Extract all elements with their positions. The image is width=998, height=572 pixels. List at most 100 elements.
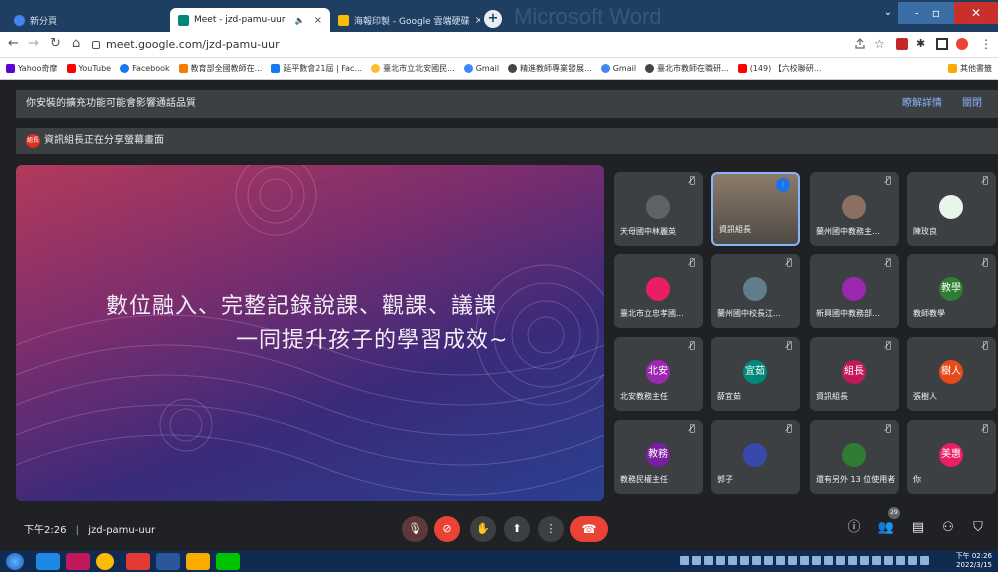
bookmark-item[interactable]: 延平數會21屆 | Fac...	[271, 63, 362, 74]
share-icon[interactable]	[854, 38, 866, 50]
bookmark-item[interactable]: 精進教師專業發展...	[508, 63, 592, 74]
close-tab-icon[interactable]: ×	[314, 15, 322, 26]
mic-muted-icon: 🎙̸	[982, 258, 988, 268]
participant-tile[interactable]: 🎙̸ 蘭州國中教務主...	[810, 172, 899, 246]
meeting-details: 下午2:26 | jzd-pamu-uur	[24, 525, 156, 536]
taskbar-clock[interactable]: 下午 02:26 2022/3/15	[956, 552, 992, 570]
ie-taskbar-icon[interactable]	[36, 553, 60, 570]
present-now-button[interactable]: ⬆	[504, 516, 530, 542]
sidebar-icon[interactable]	[936, 38, 948, 50]
presenter-avatar: 組長	[26, 134, 40, 148]
explorer-taskbar-icon[interactable]	[186, 553, 210, 570]
people-icon[interactable]: 👥	[876, 518, 896, 538]
chat-icon[interactable]: ▤	[908, 518, 928, 538]
participant-tile[interactable]: 🎙̸ 天母國中林麗英	[614, 172, 703, 246]
participant-tile[interactable]: 🎙̸ 蘭州國中校長江...	[711, 254, 800, 328]
background-window-title: Microsoft Word	[514, 4, 662, 29]
bookmark-item[interactable]: YouTube	[66, 64, 111, 73]
start-button[interactable]	[6, 553, 24, 570]
participant-tile[interactable]: 🎙̸ 還有另外 13 位使用者	[810, 420, 899, 494]
chrome-taskbar-icon[interactable]	[96, 553, 114, 570]
participant-tile[interactable]: 🎙̸ 樹人 張樹人	[907, 337, 996, 411]
mic-muted-icon: 🎙̸	[885, 424, 891, 434]
dismiss-link[interactable]: 關閉	[962, 90, 982, 118]
participant-tile[interactable]: 🎙̸ 宜茹 薛宜茹	[711, 337, 800, 411]
hand-icon: ✋	[476, 522, 490, 535]
maximize-button[interactable]: ▫	[918, 2, 954, 24]
bookmark-item[interactable]: (149) 【六校聯研...	[737, 63, 821, 74]
forward-icon[interactable]: →	[28, 36, 39, 51]
back-icon[interactable]: ←	[8, 36, 19, 51]
bookmark-item[interactable]: Gmail	[600, 64, 636, 73]
tab-label: 新分頁	[30, 16, 58, 27]
leave-call-button[interactable]: ☎	[570, 516, 608, 542]
bookmark-item[interactable]: 臺北市立北安國民...	[371, 63, 455, 74]
bookmark-item[interactable]: Gmail	[463, 64, 499, 73]
bookmark-item[interactable]: Facebook	[120, 64, 170, 73]
mic-muted-icon: 🎙̸	[786, 341, 792, 351]
participant-avatar	[842, 443, 866, 467]
participant-name: 陳玫良	[913, 227, 937, 236]
more-options-button[interactable]: ⋮	[538, 516, 564, 542]
home-icon[interactable]: ⌂	[72, 36, 80, 51]
participant-tile[interactable]: 🎙̸ 組長 資訊組長	[810, 337, 899, 411]
extension-icon[interactable]	[896, 38, 908, 50]
learn-more-link[interactable]: 瞭解詳情	[902, 90, 942, 118]
drive-icon	[338, 14, 349, 26]
system-tray	[680, 556, 929, 566]
participant-name: 教師教學	[913, 309, 945, 318]
host-controls-icon[interactable]: ⛉	[968, 518, 988, 538]
hangup-icon: ☎	[581, 522, 597, 536]
word-taskbar-icon[interactable]	[156, 553, 180, 570]
media-taskbar-icon[interactable]	[66, 553, 90, 570]
tab-drive[interactable]: 海報印製 - Google 雲端硬碟 ×	[330, 8, 480, 32]
bookmark-favicon-icon	[66, 64, 76, 73]
participant-tile[interactable]: 🎙̸ 美惠你	[907, 420, 996, 494]
other-bookmarks[interactable]: 其他書籤	[942, 63, 992, 74]
extension-warning-banner: 你安裝的擴充功能可能會影響通話品質 瞭解詳情 關閉	[16, 90, 998, 118]
participant-avatar: 組長	[842, 360, 866, 384]
bookmark-favicon-icon	[371, 64, 381, 73]
participant-avatar: 美惠	[939, 443, 963, 467]
participant-tile[interactable]: 🎙̸ 教務 教務民權主任	[614, 420, 703, 494]
chrome-icon	[14, 14, 25, 26]
close-window-button[interactable]: ✕	[954, 2, 998, 24]
bookmark-favicon-icon	[737, 64, 747, 73]
tab-meet[interactable]: Meet - jzd-pamu-uur 🔈 ×	[170, 8, 330, 32]
close-tab-icon[interactable]: ×	[475, 15, 480, 26]
address-bar[interactable]: meet.google.com/jzd-pamu-uur	[92, 36, 872, 54]
present-icon: ⬆	[512, 522, 522, 535]
raise-hand-button[interactable]: ✋	[470, 516, 496, 542]
meeting-info-icon[interactable]: ⓘ	[844, 518, 864, 538]
bookmark-item[interactable]: 教育部全國教師在...	[178, 63, 262, 74]
line-taskbar-icon[interactable]	[216, 553, 240, 570]
participant-tile[interactable]: ⦙ 資訊組長	[711, 172, 800, 246]
microphone-off-button[interactable]: 🎙	[402, 516, 428, 542]
meeting-code: jzd-pamu-uur	[88, 525, 156, 536]
bookmark-item[interactable]: Yahoo奇摩	[6, 63, 58, 74]
tab-strip: 新分頁 × Meet - jzd-pamu-uur 🔈 × 海報印製 - Goo…	[0, 0, 998, 32]
activities-icon[interactable]: ⚇	[938, 518, 958, 538]
new-tab-button[interactable]: +	[484, 10, 502, 28]
camera-off-button[interactable]: ⊘	[434, 516, 460, 542]
mic-muted-icon: 🎙̸	[689, 258, 695, 268]
participant-tile[interactable]: 🎙̸ 臺北市立忠孝國...	[614, 254, 703, 328]
participant-tile[interactable]: 🎙̸ 新興國中教務部...	[810, 254, 899, 328]
menu-icon[interactable]: ⋮	[980, 38, 992, 50]
participant-tile[interactable]: 🎙̸ 陳玫良	[907, 172, 996, 246]
participant-name: 北安教務主任	[620, 392, 668, 401]
reload-icon[interactable]: ↻	[50, 36, 61, 51]
clock-time: 下午 02:26	[955, 552, 992, 560]
url-text: meet.google.com/jzd-pamu-uur	[106, 38, 280, 51]
participant-tile[interactable]: 🎙̸ 北安 北安教務主任	[614, 337, 703, 411]
participant-tile[interactable]: 🎙̸ 郭子	[711, 420, 800, 494]
participant-tile[interactable]: 🎙̸ 教學 教師教學	[907, 254, 996, 328]
screen-share-banner: 組長 資訊組長正在分享螢幕畫面	[16, 128, 998, 154]
profile-avatar[interactable]	[956, 38, 968, 50]
bookmark-item[interactable]: 臺北市教師在職研...	[645, 63, 729, 74]
puzzle-icon[interactable]: ✱	[916, 38, 928, 50]
app-taskbar-icon[interactable]	[126, 553, 150, 570]
star-icon[interactable]: ☆	[874, 38, 886, 50]
participant-avatar	[939, 195, 963, 219]
tab-new-tab[interactable]: 新分頁 ×	[6, 8, 194, 32]
